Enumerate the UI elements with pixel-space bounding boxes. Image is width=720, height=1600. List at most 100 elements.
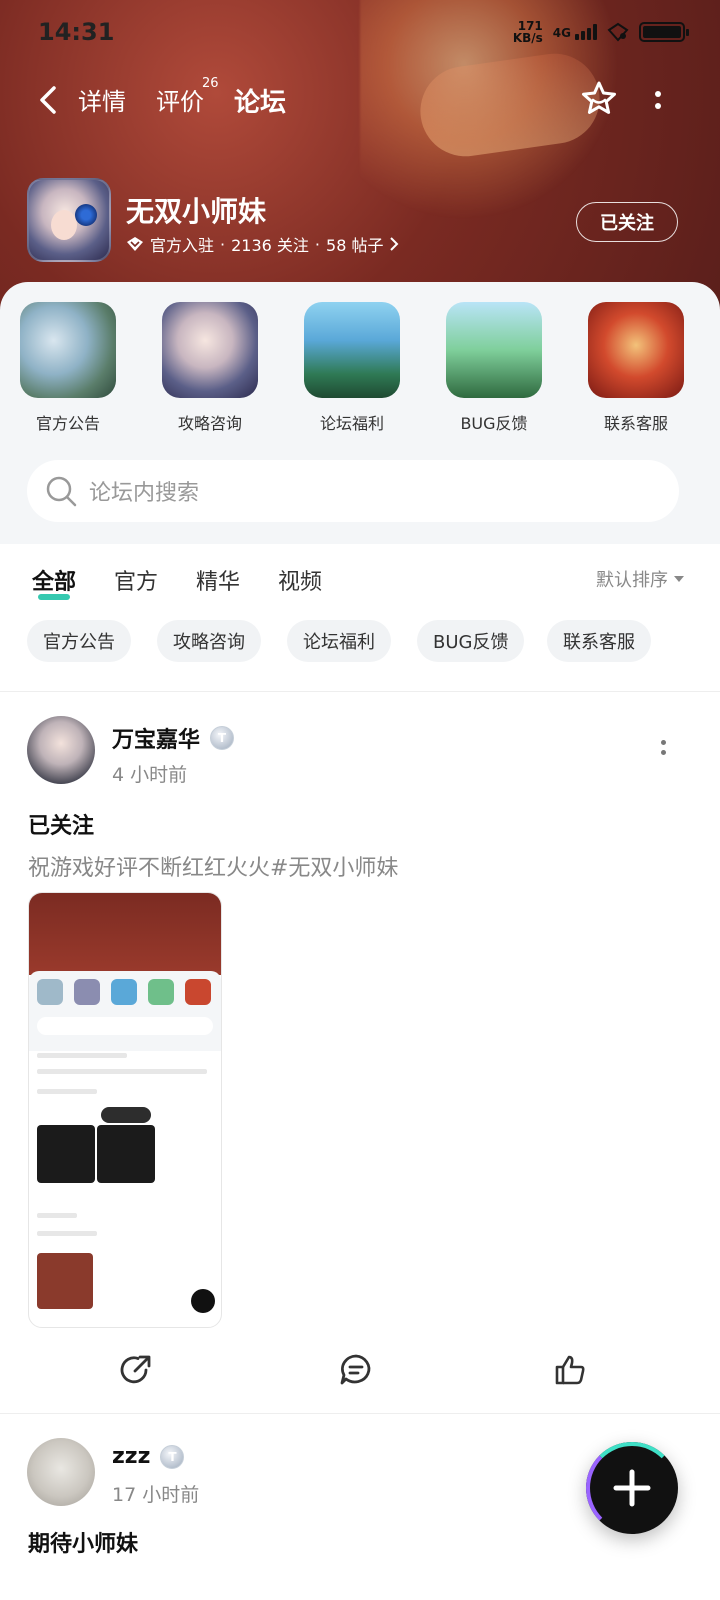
chip-welfare[interactable]: 论坛福利 — [287, 620, 391, 662]
author-name[interactable]: 万宝嘉华 T — [112, 722, 235, 754]
meta-separator: · — [220, 234, 226, 254]
back-icon — [40, 86, 56, 114]
category-label: 联系客服 — [603, 414, 668, 433]
screenshot-toast — [101, 1107, 151, 1123]
battery-icon — [639, 22, 689, 42]
wifi-diamond-icon — [607, 22, 629, 42]
sort-label: 默认排序 — [596, 570, 668, 591]
author-name[interactable]: zzz T — [112, 1444, 185, 1469]
back-button[interactable] — [30, 80, 66, 120]
net-speed-unit: KB/s — [512, 31, 543, 45]
tab-forum[interactable]: 论坛 — [231, 82, 289, 119]
new-post-button[interactable] — [586, 1442, 678, 1534]
avatar[interactable] — [27, 716, 95, 784]
screenshot-line — [37, 1069, 207, 1074]
category-image — [162, 302, 258, 398]
more-icon-dot — [655, 91, 661, 97]
category-label: 官方公告 — [35, 414, 100, 433]
level-badge: T — [210, 726, 235, 750]
posts-count[interactable]: 58 帖子 — [326, 232, 383, 256]
game-avatar[interactable] — [27, 178, 111, 262]
filter-tab-featured[interactable]: 精华 — [196, 564, 240, 596]
post-time: 17 小时前 — [112, 1484, 200, 1506]
meta-separator: · — [314, 234, 321, 254]
filter-bar: 全部 官方 精华 视频 默认排序 官方公告 攻略咨询 论坛福利 BUG反馈 联系… — [0, 544, 720, 692]
like-icon — [555, 1355, 585, 1385]
status-bar-right: 171 KB/s 4G — [513, 16, 689, 48]
category-image — [304, 302, 400, 398]
screenshot-line — [37, 1089, 97, 1094]
filter-tab-video[interactable]: 视频 — [278, 564, 322, 596]
category-label: 攻略咨询 — [177, 414, 242, 433]
author-name-text: zzz — [112, 1444, 151, 1469]
screenshot-fab — [191, 1289, 215, 1313]
more-icon-dot — [655, 103, 661, 109]
comment-button[interactable] — [334, 1348, 378, 1392]
favorite-button[interactable] — [578, 78, 620, 120]
share-icon — [120, 1355, 151, 1384]
category-customer-service[interactable]: 联系客服 — [576, 302, 696, 434]
more-icon-dot — [660, 740, 666, 745]
post-title: 期待小师妹 — [28, 1532, 139, 1557]
post-body: 祝游戏好评不断红红火火#无双小师妹 — [28, 856, 399, 881]
post-screenshot-image[interactable] — [28, 892, 222, 1328]
post-time: 4 小时前 — [112, 764, 188, 786]
screenshot-category — [111, 979, 137, 1005]
forum-search-bar[interactable]: 论坛内搜索 — [27, 460, 679, 522]
filter-tab-official[interactable]: 官方 — [114, 564, 158, 596]
like-button[interactable] — [548, 1348, 592, 1392]
category-official-announcement[interactable]: 官方公告 — [8, 302, 128, 434]
category-welfare[interactable]: 论坛福利 — [292, 302, 412, 434]
screenshot-category — [148, 979, 174, 1005]
post-title: 已关注 — [28, 814, 95, 839]
screenshot-image — [37, 1253, 93, 1309]
game-name: 无双小师妹 — [126, 195, 267, 228]
chip-official-announcement[interactable]: 官方公告 — [27, 620, 131, 662]
category-image — [446, 302, 542, 398]
screenshot-search — [37, 1017, 213, 1035]
chip-customer-service[interactable]: 联系客服 — [547, 620, 651, 662]
chip-strategy[interactable]: 攻略咨询 — [157, 620, 261, 662]
reviews-count-badge: 26 — [202, 76, 219, 91]
signal-icon: 4G — [553, 24, 597, 40]
followers-count[interactable]: 2136 关注 — [231, 232, 309, 256]
share-button[interactable] — [114, 1348, 158, 1392]
chevron-right-icon — [390, 237, 399, 251]
author-name-text: 万宝嘉华 — [112, 728, 201, 753]
fab-ring — [586, 1442, 678, 1534]
search-icon — [46, 476, 77, 507]
category-label: 论坛福利 — [319, 414, 384, 433]
post-more-button[interactable] — [658, 740, 668, 764]
tab-reviews[interactable]: 评价 — [156, 82, 204, 117]
official-label: 官方入驻 — [150, 236, 215, 255]
screenshot-line — [37, 1231, 97, 1236]
star-icon — [582, 81, 616, 114]
chip-bug-report[interactable]: BUG反馈 — [417, 620, 525, 662]
game-meta: 官方入驻 · 2136 关注 · 58 帖子 — [126, 232, 399, 256]
screenshot-image — [97, 1125, 155, 1183]
post-actions — [0, 1340, 720, 1400]
category-bug-report[interactable]: BUG反馈 — [434, 302, 554, 434]
top-nav: 详情 评价 26 论坛 — [0, 76, 720, 126]
more-button[interactable] — [646, 82, 670, 118]
category-label: BUG反馈 — [460, 414, 528, 433]
follow-button[interactable]: 已关注 — [576, 202, 678, 242]
category-strategy[interactable]: 攻略咨询 — [150, 302, 270, 434]
tab-details[interactable]: 详情 — [78, 82, 126, 117]
avatar[interactable] — [27, 1438, 95, 1506]
screenshot-image — [37, 1125, 95, 1183]
filter-tab-all[interactable]: 全部 — [32, 564, 76, 600]
network-type: 4G — [552, 26, 571, 40]
screenshot-line — [37, 1213, 77, 1218]
sort-dropdown[interactable]: 默认排序 — [596, 566, 684, 592]
category-panel: 官方公告 攻略咨询 论坛福利 BUG反馈 联系客服 论坛内搜索 — [0, 282, 720, 544]
forum-header: 14:31 171 KB/s 4G 详情 评价 26 论坛 无双小师妹 官方入驻… — [0, 0, 720, 310]
more-icon-dot — [660, 750, 666, 755]
search-input[interactable]: 论坛内搜索 — [89, 475, 199, 507]
category-image — [588, 302, 684, 398]
post-card[interactable]: 万宝嘉华 T 4 小时前 已关注 祝游戏好评不断红红火火#无双小师妹 — [0, 692, 720, 1414]
screenshot-header — [29, 893, 221, 975]
level-badge: T — [160, 1444, 185, 1469]
status-time: 14:31 — [38, 18, 115, 46]
net-speed: 171 KB/s — [513, 20, 543, 44]
